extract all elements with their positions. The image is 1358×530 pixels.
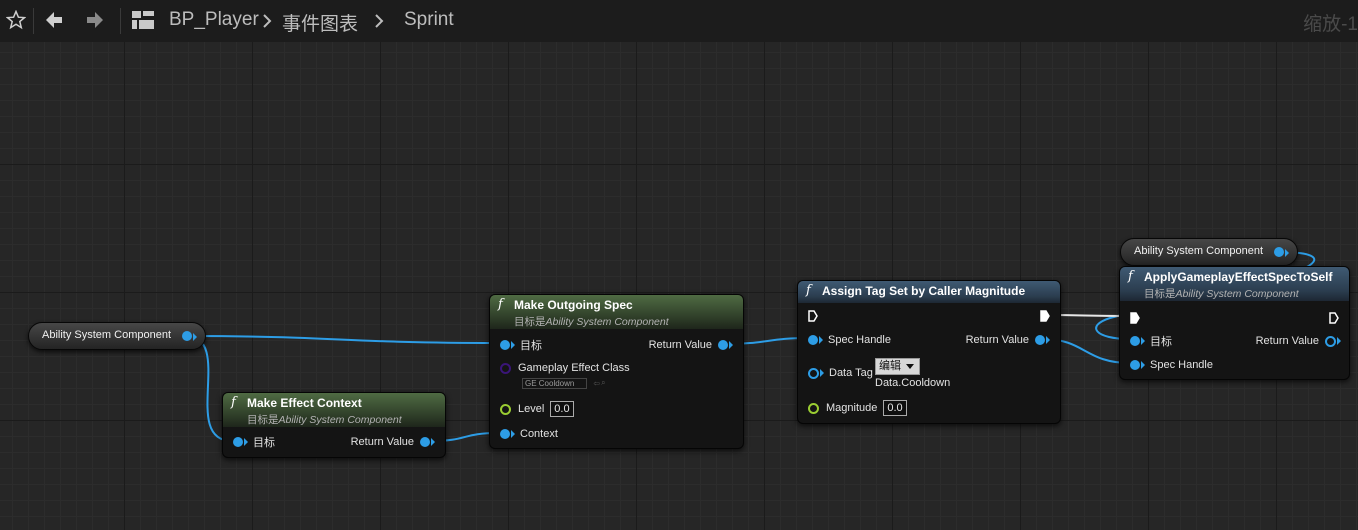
pin-spec-handle[interactable]: Spec Handle <box>1130 357 1213 373</box>
function-icon: f <box>806 283 811 298</box>
node-title: Make Effect Context <box>247 396 362 410</box>
pin-return-value[interactable]: Return Value <box>649 337 733 353</box>
function-icon: f <box>498 297 503 312</box>
variable-node-asc-left[interactable]: Ability System Component <box>28 322 206 350</box>
toolbar-divider <box>120 8 121 34</box>
blueprint-grid-icon <box>130 7 156 33</box>
pin-exec-out[interactable] <box>1329 310 1339 326</box>
pin-level[interactable]: Level 0.0 <box>500 401 574 417</box>
pin-target[interactable]: 目标 <box>1130 333 1172 349</box>
arrow-left-icon[interactable]: ⇦ <box>593 379 600 388</box>
node-title: Make Outgoing Spec <box>514 298 633 312</box>
function-icon: f <box>1128 269 1133 284</box>
pin-target[interactable]: 目标 <box>500 337 542 353</box>
breadcrumb-blueprint[interactable]: BP_Player <box>169 9 259 31</box>
node-header: f Make Outgoing Spec 目标是Ability System C… <box>490 295 743 329</box>
arrow-left-icon[interactable] <box>41 7 67 33</box>
output-pin[interactable] <box>1274 247 1289 260</box>
pin-return-value[interactable]: Return Value <box>966 332 1050 348</box>
search-icon[interactable]: ⌕ <box>601 378 605 388</box>
variable-label: Ability System Component <box>1134 245 1263 257</box>
pin-magnitude[interactable]: Magnitude 0.0 <box>808 400 907 416</box>
breadcrumb-function[interactable]: Sprint <box>404 9 454 31</box>
breadcrumb-event-graph[interactable]: 事件图表 <box>282 9 358 36</box>
node-assign-tag-set-by-caller-magnitude[interactable]: f Assign Tag Set by Caller Magnitude Spe… <box>797 280 1061 424</box>
output-pin[interactable] <box>182 331 197 344</box>
node-subtitle: 目标是Ability System Component <box>514 316 669 328</box>
pin-return-value[interactable]: Return Value <box>351 434 435 450</box>
pin-target[interactable]: 目标 <box>233 434 275 450</box>
node-subtitle: 目标是Ability System Component <box>247 414 402 426</box>
pin-return-value[interactable]: Return Value <box>1256 333 1341 349</box>
node-header: f ApplyGameplayEffectSpecToSelf 目标是Abili… <box>1120 267 1349 301</box>
chevron-right-icon <box>262 9 272 35</box>
level-input[interactable]: 0.0 <box>550 401 574 417</box>
data-tag-value: Data.Cooldown <box>875 377 951 389</box>
arrow-right-icon[interactable] <box>82 7 108 33</box>
node-make-outgoing-spec[interactable]: f Make Outgoing Spec 目标是Ability System C… <box>489 294 744 449</box>
function-icon: f <box>231 395 236 410</box>
star-outline-icon[interactable] <box>3 7 29 33</box>
node-header: f Assign Tag Set by Caller Magnitude <box>798 281 1060 303</box>
pin-exec-in[interactable] <box>1130 310 1140 326</box>
node-header: f Make Effect Context 目标是Ability System … <box>223 393 445 427</box>
magnitude-input[interactable]: 0.0 <box>883 400 907 416</box>
node-make-effect-context[interactable]: f Make Effect Context 目标是Ability System … <box>222 392 446 458</box>
pin-exec-out[interactable] <box>1040 308 1050 324</box>
pin-context[interactable]: Context <box>500 426 558 442</box>
variable-label: Ability System Component <box>42 329 171 341</box>
chevron-right-icon <box>374 9 384 35</box>
pin-spec-handle[interactable]: Spec Handle <box>808 332 891 348</box>
variable-node-asc-right[interactable]: Ability System Component <box>1120 238 1298 266</box>
zoom-level: 缩放-1 <box>1303 14 1358 35</box>
toolbar-divider <box>33 8 34 34</box>
data-tag-edit-combo[interactable]: 编辑 <box>875 357 920 375</box>
node-title: Assign Tag Set by Caller Magnitude <box>822 284 1026 298</box>
node-apply-gameplay-effect-spec-to-self[interactable]: f ApplyGameplayEffectSpecToSelf 目标是Abili… <box>1119 266 1350 380</box>
pin-data-tag[interactable]: Data Tag <box>808 365 873 381</box>
pin-gameplay-effect-class[interactable]: Gameplay Effect Class <box>500 360 630 376</box>
node-subtitle: 目标是Ability System Component <box>1144 288 1299 300</box>
graph-toolbar: BP_Player 事件图表 Sprint 缩放-1 <box>0 0 1358 43</box>
pin-exec-in[interactable] <box>808 308 818 324</box>
gameplay-effect-class-combo[interactable]: GE Cooldown ⇦ ⌕ <box>522 375 606 391</box>
node-title: ApplyGameplayEffectSpecToSelf <box>1144 270 1333 284</box>
